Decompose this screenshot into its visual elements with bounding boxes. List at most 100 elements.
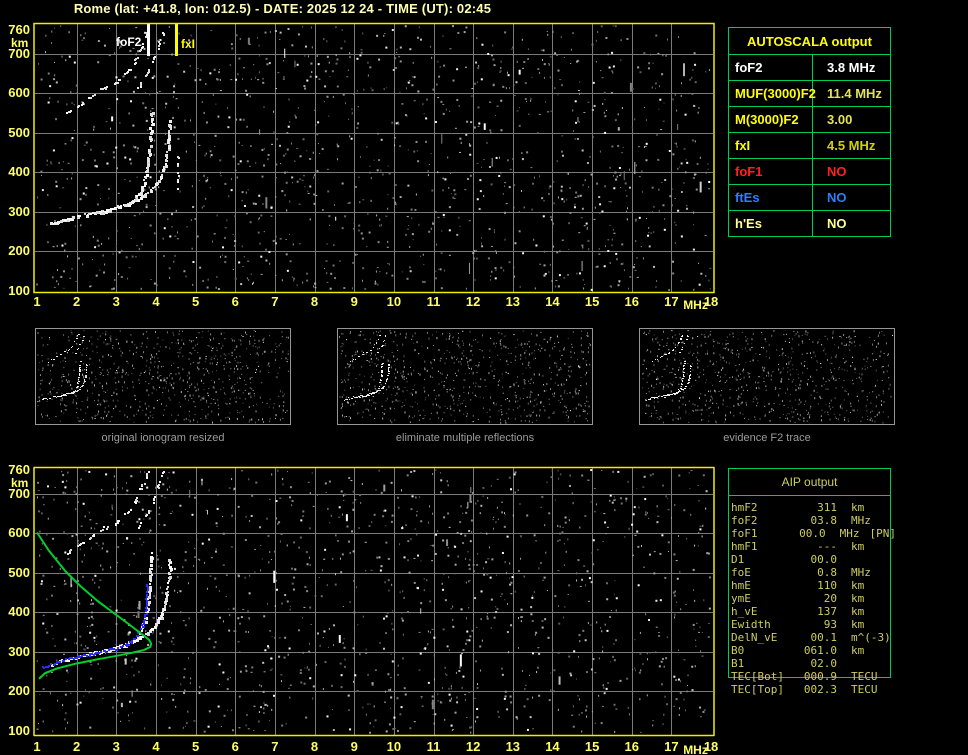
aip-row-unit: TECU [851,683,878,696]
x-axis-tick-label: 15 [584,739,600,754]
profile-ionogram-plot [33,465,715,743]
page-title: Rome (lat: +41.8, lon: 012.5) - DATE: 20… [73,1,492,16]
aip-row-unit: km [851,501,865,514]
autoscala-row-label: foF2 [729,55,813,80]
autoscala-row-value: NO [827,216,847,231]
scaled-ionogram-plot [33,20,715,298]
aip-row-extra: [PN] [869,527,897,540]
y-axis-tick-label: 500 [8,124,30,140]
x-axis-tick-label: 16 [624,294,639,309]
autoscala-row-h-es: h'Es NO [729,210,890,236]
aip-row-unit: km [851,540,865,553]
y-axis-tick-label: 300 [8,203,30,219]
y-axis-tick-label: 400 [8,164,30,180]
autoscala-table-header: AUTOSCALA output [729,28,890,55]
autoscala-app-window: Rome (lat: +41.8, lon: 012.5) - DATE: 20… [0,0,968,755]
aip-table-rows: hmF2 311 km foF2 03.8 MHz foF1 00.0 MHz [PN] hmF1-… [731,501,896,696]
aip-row-unit: MHz [851,514,871,527]
autoscala-row-value: NO [827,190,847,205]
x-axis-tick-label: 14 [545,739,560,754]
aip-row-deln-ve: DelN_vE 00.1 m^(-3) [731,631,896,644]
x-axis-tick-label: 5 [191,294,200,309]
x-axis-tick-label: 9 [350,739,358,754]
y-axis-tick-label: 400 [8,604,30,620]
aip-row-yme: ymE 20 km [731,592,896,605]
autoscala-row-value: 4.5 MHz [827,138,876,153]
aip-row-value: 93 [823,618,837,631]
aip-row-label: foF1 [731,527,758,540]
x-axis-tick-label: 15 [584,294,600,309]
aip-row-unit: TECU [851,670,878,683]
aip-row-value: 061.0 [803,644,837,657]
aip-row-fof2: foF2 03.8 MHz [731,514,896,527]
autoscala-row-label: MUF(3000)F2 [729,81,816,106]
aip-row-b0: B0 061.0 km [731,644,896,657]
autoscala-row-value: 11.4 MHz [827,86,882,101]
x-axis-tick-label: 13 [505,739,521,754]
x-axis-tick-label: 11 [426,294,441,309]
x-axis-tick-label: 8 [310,294,319,309]
x-axis-tick-label: 6 [231,739,239,754]
aip-row-hmf1: hmF1 --- km [731,540,896,553]
x-axis-tick-label: 14 [545,294,560,309]
aip-row-hme: hmE 110 km [731,579,896,592]
y-axis-tick-label: 300 [8,643,30,659]
x-axis-tick-label: 17 [664,739,679,754]
x-axis-tick-label: 1 [33,294,41,309]
x-axis-tick-label: 4 [152,739,160,754]
aip-row-unit: km [851,579,865,592]
aip-row-fof1: foF1 00.0 MHz [PN] [731,527,896,540]
aip-row-unit: MHz [839,527,860,540]
thumbnail-eliminate-reflections [337,328,593,425]
aip-row-value: 137 [817,605,837,618]
x-axis-tick-label: 3 [112,739,120,754]
aip-row-value: 002.3 [803,683,837,696]
aip-row-unit: MHz [851,566,871,579]
aip-row-unit: km [851,644,865,657]
aip-row-value: 00.0 [799,527,826,540]
aip-row-tec-bot-: TEC[Bot] 000.9 TECU [731,670,896,683]
y-axis-unit-label: km [11,36,29,50]
aip-row-hmf2: hmF2 311 km [731,501,896,514]
autoscala-row-label: ftEs [729,185,813,210]
x-axis-tick-label: 10 [386,294,402,309]
aip-row-label: hmF2 [731,501,758,514]
aip-row-label: h_vE [731,605,758,618]
autoscala-row-fxi: fxI 4.5 MHz [729,132,890,158]
aip-row-h-ve: h_vE 137 km [731,605,896,618]
aip-row-label: ymE [731,592,751,605]
aip-row-value: --- [817,540,837,553]
aip-row-value: 311 [817,501,837,514]
thumbnail-caption-evidence: evidence F2 trace [723,432,811,444]
y-axis-tick-label: 760 [8,462,30,477]
x-axis-tick-label: 4 [152,294,160,309]
x-axis-tick-label: 12 [465,294,481,309]
x-axis-tick-label: 2 [73,739,81,754]
autoscala-row-label: h'Es [729,211,813,236]
aip-row-label: foE [731,566,751,579]
aip-row-value: 03.8 [810,514,838,527]
autoscala-row-ftes: ftEs NO [729,184,890,210]
aip-row-unit: km [851,618,865,631]
aip-row-value: 00.1 [810,631,838,644]
x-axis-tick-label: 16 [624,739,639,754]
autoscala-row-m-3000-f2: M(3000)F2 3.00 [729,106,890,132]
x-axis-tick-label: 17 [664,294,679,309]
aip-row-label: hmF1 [731,540,758,553]
aip-table-header: AIP output [729,469,890,496]
x-axis-tick-label: 1 [33,739,41,754]
autoscala-row-fof2: foF2 3.8 MHz [729,55,890,80]
x-axis-unit-label: MHz [683,743,708,755]
aip-row-value: 0.8 [817,566,837,579]
y-axis-tick-label: 600 [8,525,30,541]
aip-row-label: foF2 [731,514,758,527]
thumbnail-caption-original: original ionogram resized [101,432,225,444]
y-axis-tick-label: 100 [8,723,30,739]
aip-row-label: TEC[Top] [731,683,784,696]
x-axis-tick-label: 7 [271,739,279,754]
aip-row-label: hmE [731,579,751,592]
autoscala-row-value: NO [827,164,847,179]
y-axis-tick-label: 200 [8,243,30,259]
thumbnail-original-ionogram [35,328,291,425]
autoscala-row-fof1: foF1 NO [729,158,890,184]
